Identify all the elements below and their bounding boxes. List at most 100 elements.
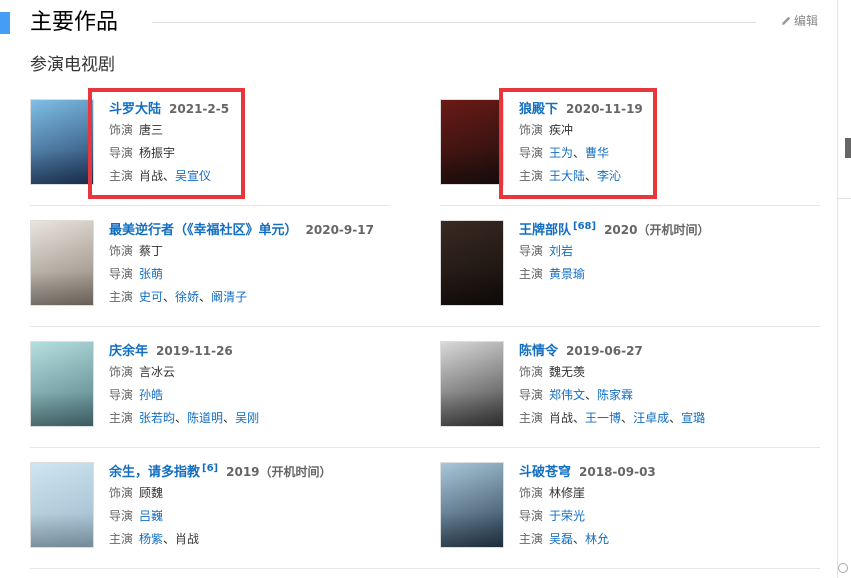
starring-label: 主演	[519, 532, 544, 546]
work-card: 王牌部队 [68] 2020（开机时间） 导演 刘岩 主演 黄景瑜	[440, 220, 820, 320]
poster-shade	[441, 150, 503, 184]
starring-label: 主演	[109, 532, 134, 546]
person-name[interactable]: 宣璐	[681, 407, 705, 430]
edit-button[interactable]: 编辑	[780, 12, 818, 30]
work-info: 最美逆行者（《幸福社区》单元） 2020-9-17 饰演 蔡丁 导演 张萌 主演 史可、徐娇、…	[109, 220, 374, 309]
starring-row: 主演 史可、徐娇、阚清子	[109, 286, 374, 309]
person-name[interactable]: 于荣光	[549, 505, 585, 528]
work-card: 余生，请多指教 [6] 2019（开机时间） 饰演 顾魏 导演 吕巍 主演 杨紫、肖战	[30, 462, 410, 562]
person-name[interactable]: 徐娇	[175, 286, 199, 309]
name-separator: 、	[199, 290, 212, 304]
name-separator: 、	[573, 532, 586, 546]
person-name[interactable]: 王一博	[585, 407, 621, 430]
row-divider	[30, 568, 820, 569]
work-info: 陈情令 2019-06-27 饰演 魏无羡 导演 郑伟文、陈家霖 主演 肖战、王一博、汪卓成、…	[519, 341, 705, 430]
poster-shade	[441, 271, 503, 305]
reference-link[interactable]: [6]	[202, 459, 218, 479]
name-separator: 、	[669, 411, 682, 425]
role-name: 顾魏	[139, 486, 164, 500]
section-accent-bar	[0, 12, 10, 34]
work-title-row: 最美逆行者（《幸福社区》单元） 2020-9-17	[109, 220, 374, 240]
work-card: 庆余年 2019-11-26 饰演 言冰云 导演 孙皓 主演 张若昀、陈道明、吴刚	[30, 341, 410, 441]
work-title-row: 陈情令 2019-06-27	[519, 341, 705, 361]
side-toolbar-handle[interactable]	[845, 138, 851, 158]
director-row: 导演 张萌	[109, 263, 374, 286]
right-panel-divider	[837, 0, 838, 578]
person-name[interactable]: 吴刚	[235, 407, 259, 430]
row-divider	[440, 205, 820, 206]
poster-image[interactable]	[440, 462, 504, 548]
director-label: 导演	[519, 244, 544, 258]
work-title-row: 王牌部队 [68] 2020（开机时间）	[519, 220, 709, 240]
starring-row: 主演 黄景瑜	[519, 263, 709, 286]
person-name[interactable]: 郑伟文	[549, 384, 585, 407]
starring-row: 主演 张若昀、陈道明、吴刚	[109, 407, 259, 430]
role-row: 饰演 魏无羡	[519, 361, 705, 384]
poster-image[interactable]	[30, 462, 94, 548]
person-name: 肖战	[175, 532, 200, 546]
director-row: 导演 刘岩	[519, 240, 709, 263]
poster-shade	[31, 392, 93, 426]
work-card: 斗破苍穹 2018-09-03 饰演 林修崖 导演 于荣光 主演 吴磊、林允	[440, 462, 820, 562]
work-date: 2020（开机时间）	[604, 223, 710, 237]
work-info: 斗破苍穹 2018-09-03 饰演 林修崖 导演 于荣光 主演 吴磊、林允	[519, 462, 656, 551]
poster-image[interactable]	[30, 99, 94, 185]
name-separator: 、	[163, 290, 176, 304]
work-title-link[interactable]: 最美逆行者（《幸福社区》单元）	[109, 221, 298, 241]
edit-label: 编辑	[794, 14, 819, 28]
work-title-link[interactable]: 余生，请多指教	[109, 463, 200, 483]
person-name[interactable]: 孙皓	[139, 384, 163, 407]
work-title-link[interactable]: 陈情令	[519, 342, 558, 362]
person-name[interactable]: 林允	[585, 528, 609, 551]
person-name[interactable]: 黄景瑜	[549, 263, 585, 286]
person-name[interactable]: 阚清子	[211, 286, 247, 309]
person-name[interactable]: 张萌	[139, 263, 163, 286]
work-title-link[interactable]: 王牌部队	[519, 221, 571, 241]
poster-image[interactable]	[440, 99, 504, 185]
work-date: 2019-06-27	[566, 344, 643, 358]
poster-image[interactable]	[440, 341, 504, 427]
section-subtitle: 参演电视剧	[30, 55, 115, 75]
pencil-icon	[782, 16, 791, 25]
work-title-link[interactable]: 庆余年	[109, 342, 148, 362]
role-name: 蔡丁	[139, 244, 164, 258]
role-label: 饰演	[109, 486, 134, 500]
name-separator: 、	[175, 411, 188, 425]
starring-row: 主演 肖战、王一博、汪卓成、宣璐	[519, 407, 705, 430]
poster-image[interactable]	[30, 341, 94, 427]
person-name[interactable]: 杨紫	[139, 528, 163, 551]
row-divider	[30, 447, 820, 448]
poster-shade	[31, 150, 93, 184]
highlight-box	[499, 88, 657, 199]
name-separator: 、	[223, 411, 236, 425]
poster-shade	[441, 513, 503, 547]
person-name[interactable]: 张若昀	[139, 407, 175, 430]
role-label: 饰演	[519, 365, 544, 379]
person-name[interactable]: 史可	[139, 286, 163, 309]
starring-row: 主演 吴磊、林允	[519, 528, 656, 551]
side-circle-icon[interactable]	[838, 563, 848, 573]
person-name[interactable]: 汪卓成	[633, 407, 669, 430]
name-separator: 、	[573, 411, 586, 425]
person-name[interactable]: 吴磊	[549, 528, 573, 551]
role-row: 饰演 蔡丁	[109, 240, 374, 263]
work-card: 最美逆行者（《幸福社区》单元） 2020-9-17 饰演 蔡丁 导演 张萌 主演 史可、徐娇、…	[30, 220, 410, 320]
poster-image[interactable]	[440, 220, 504, 306]
page-title: 主要作品	[30, 10, 119, 35]
person-name[interactable]: 陈家霖	[597, 384, 633, 407]
poster-image[interactable]	[30, 220, 94, 306]
person-name[interactable]: 吕巍	[139, 505, 163, 528]
work-date: 2020-9-17	[305, 223, 374, 237]
work-title-row: 斗破苍穹 2018-09-03	[519, 462, 656, 482]
director-row: 导演 吕巍	[109, 505, 332, 528]
title-divider	[152, 22, 756, 23]
work-title-row: 庆余年 2019-11-26	[109, 341, 259, 361]
person-name[interactable]: 陈道明	[187, 407, 223, 430]
reference-link[interactable]: [68]	[573, 217, 596, 237]
work-info: 庆余年 2019-11-26 饰演 言冰云 导演 孙皓 主演 张若昀、陈道明、吴刚	[109, 341, 259, 430]
person-name[interactable]: 刘岩	[549, 240, 573, 263]
starring-row: 主演 杨紫、肖战	[109, 528, 332, 551]
director-label: 导演	[109, 388, 134, 402]
work-title-link[interactable]: 斗破苍穹	[519, 463, 571, 483]
name-separator: 、	[585, 388, 598, 402]
